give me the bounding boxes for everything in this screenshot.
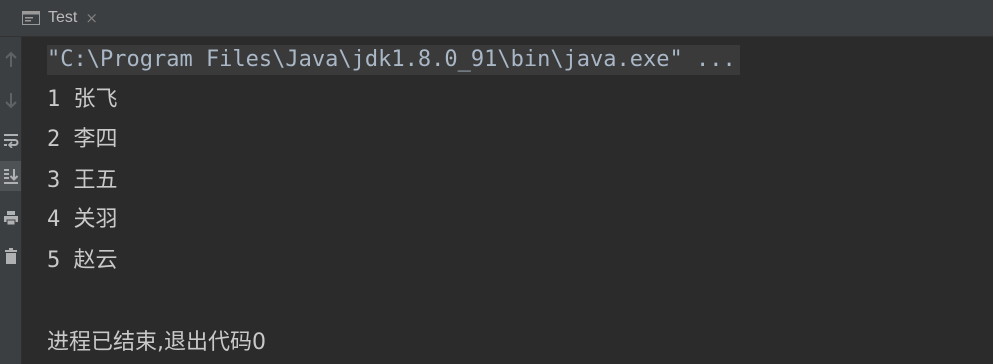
tab-test[interactable]: Test × xyxy=(16,0,104,36)
line-text: 关羽 xyxy=(73,207,118,232)
tab-title: Test xyxy=(48,9,78,26)
up-arrow-icon[interactable] xyxy=(0,45,21,75)
trash-icon[interactable] xyxy=(0,241,21,271)
line-text: 李四 xyxy=(73,127,118,152)
output-line: 4 关羽 xyxy=(47,205,118,235)
run-tool-window: Test × "C:\Program Files\Java\jdk1.8.0_9… xyxy=(0,0,993,364)
print-icon[interactable] xyxy=(0,203,21,233)
output-line: 5 赵云 xyxy=(47,246,118,276)
output-line: 1 张飞 xyxy=(47,85,118,115)
line-number: 4 xyxy=(47,207,61,232)
tab-bar: Test × xyxy=(0,0,993,37)
output-line: 2 李四 xyxy=(47,125,118,155)
command-line: "C:\Program Files\Java\jdk1.8.0_91\bin\j… xyxy=(47,45,740,75)
close-icon[interactable]: × xyxy=(85,9,98,27)
console-output[interactable]: "C:\Program Files\Java\jdk1.8.0_91\bin\j… xyxy=(22,37,993,364)
line-text: 张飞 xyxy=(73,87,118,112)
soft-wrap-icon[interactable] xyxy=(0,125,21,155)
scroll-to-end-icon[interactable] xyxy=(0,161,21,191)
console-toolbar xyxy=(0,37,22,364)
line-number: 3 xyxy=(47,168,61,193)
line-number: 2 xyxy=(47,127,61,152)
console-icon xyxy=(22,11,40,25)
line-text: 王五 xyxy=(73,168,118,193)
down-arrow-icon[interactable] xyxy=(0,85,21,115)
line-text: 赵云 xyxy=(73,248,118,273)
line-number: 5 xyxy=(47,248,61,273)
exit-message: 进程已结束,退出代码0 xyxy=(47,330,266,355)
output-line: 3 王五 xyxy=(47,166,118,196)
line-number: 1 xyxy=(47,87,61,112)
